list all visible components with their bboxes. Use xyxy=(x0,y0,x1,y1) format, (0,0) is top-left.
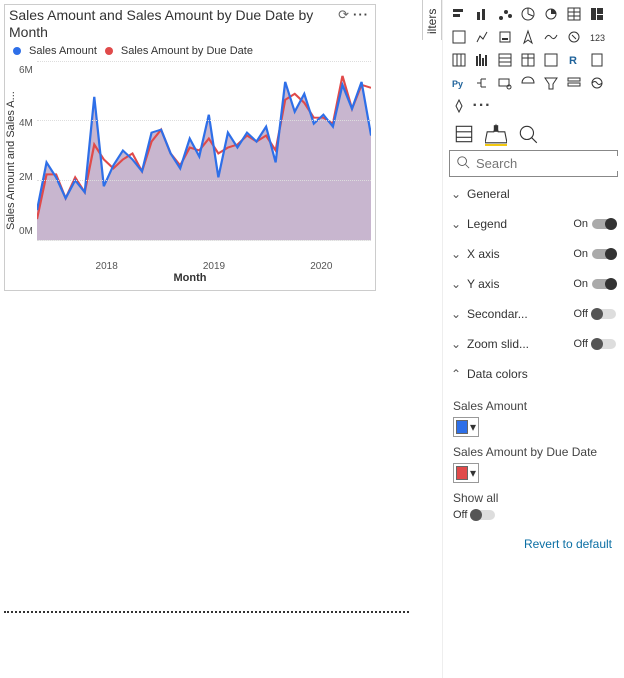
drill-icon[interactable]: ⟳ xyxy=(336,7,351,23)
legend-label-2: Sales Amount by Due Date xyxy=(121,45,253,57)
x-axis-ticks: 2018 2019 2020 xyxy=(53,261,375,272)
yaxis-toggle[interactable] xyxy=(592,279,616,289)
viz-paginated[interactable] xyxy=(587,50,607,70)
legend-dot-2 xyxy=(105,47,113,55)
section-zoom[interactable]: ⌄ Zoom slid... Off xyxy=(449,331,618,357)
dropdown-icon: ▾ xyxy=(470,466,476,480)
search-input[interactable] xyxy=(476,156,624,171)
viz-smart-narrative[interactable]: 123 xyxy=(587,27,607,47)
chevron-up-icon: ⌃ xyxy=(451,367,463,381)
section-legend[interactable]: ⌄ Legend On xyxy=(449,211,618,237)
dc-field1-swatch[interactable]: ▾ xyxy=(453,417,479,437)
showall-toggle[interactable] xyxy=(471,510,495,520)
chevron-down-icon: ⌄ xyxy=(451,337,463,351)
svg-text:R: R xyxy=(569,55,577,67)
dropdown-icon: ▾ xyxy=(470,420,476,434)
viz-scatter[interactable] xyxy=(472,50,492,70)
viz-ribbon[interactable] xyxy=(541,27,561,47)
viz-kpi[interactable] xyxy=(472,27,492,47)
viz-clustered-bar[interactable] xyxy=(495,4,515,24)
dc-field2-swatch[interactable]: ▾ xyxy=(453,463,479,483)
chevron-down-icon: ⌄ xyxy=(451,277,463,291)
format-tabs xyxy=(449,120,618,146)
viz-slicer[interactable] xyxy=(495,27,515,47)
legend-label-1: Sales Amount xyxy=(29,45,97,57)
revert-link[interactable]: Revert to default xyxy=(449,525,618,557)
chart-plot-area[interactable] xyxy=(37,61,371,241)
viz-table[interactable] xyxy=(518,50,538,70)
legend-toggle[interactable] xyxy=(592,219,616,229)
zoom-toggle[interactable] xyxy=(592,339,616,349)
visual-title: Sales Amount and Sales Amount by Due Dat… xyxy=(9,7,328,41)
viz-r-visual[interactable]: R xyxy=(564,50,584,70)
chevron-down-icon: ⌄ xyxy=(451,247,463,261)
viz-key-influencers[interactable] xyxy=(564,27,584,47)
showall-label: Show all xyxy=(453,483,614,509)
svg-text:Py: Py xyxy=(452,79,463,89)
viz-funnel[interactable] xyxy=(541,73,561,93)
section-datacolors[interactable]: ⌃ Data colors xyxy=(449,361,618,387)
viz-waterfall[interactable] xyxy=(495,50,515,70)
svg-text:123: 123 xyxy=(590,33,605,43)
report-canvas[interactable]: Sales Amount and Sales Amount by Due Dat… xyxy=(0,0,422,678)
dc-field2-label: Sales Amount by Due Date xyxy=(453,437,614,463)
dc-field1-label: Sales Amount xyxy=(453,391,614,417)
viz-python[interactable]: Py xyxy=(449,73,469,93)
viz-multi-row[interactable] xyxy=(564,73,584,93)
format-tab[interactable] xyxy=(485,124,507,146)
viz-more-icon[interactable]: ··· xyxy=(472,96,492,116)
viz-stacked-bar[interactable] xyxy=(449,4,469,24)
viz-decomposition[interactable] xyxy=(472,73,492,93)
legend-dot-1 xyxy=(13,47,21,55)
y-axis-ticks: 6M 4M 2M 0M xyxy=(17,61,37,241)
section-general[interactable]: ⌄ General xyxy=(449,181,618,207)
secondary-toggle[interactable] xyxy=(592,309,616,319)
y-axis-label: Sales Amount and Sales A... xyxy=(5,61,17,261)
section-secondary[interactable]: ⌄ Secondar... Off xyxy=(449,301,618,327)
viz-qa[interactable] xyxy=(495,73,515,93)
viz-pie[interactable] xyxy=(564,4,584,24)
data-colors-body: Sales Amount ▾ Sales Amount by Due Date … xyxy=(449,391,618,521)
viz-gauge[interactable] xyxy=(518,73,538,93)
viz-line[interactable] xyxy=(518,4,538,24)
chevron-down-icon: ⌄ xyxy=(451,307,463,321)
viz-treemap[interactable] xyxy=(587,4,607,24)
filters-pane-tab[interactable]: ilters xyxy=(422,0,442,40)
chevron-down-icon: ⌄ xyxy=(451,217,463,231)
more-options-icon[interactable]: ··· xyxy=(351,7,371,22)
xaxis-toggle[interactable] xyxy=(592,249,616,259)
viz-map-shape[interactable] xyxy=(587,73,607,93)
chart-legend: Sales Amount Sales Amount by Due Date xyxy=(5,41,375,61)
section-yaxis[interactable]: ⌄ Y axis On xyxy=(449,271,618,297)
viz-area[interactable] xyxy=(541,4,561,24)
visual-container[interactable]: Sales Amount and Sales Amount by Due Dat… xyxy=(4,4,376,291)
viz-arcgis-maps[interactable] xyxy=(518,27,538,47)
viz-card[interactable] xyxy=(449,27,469,47)
viz-matrix[interactable] xyxy=(449,50,469,70)
viz-stacked-column[interactable] xyxy=(472,4,492,24)
page-divider xyxy=(4,611,409,613)
chevron-down-icon: ⌄ xyxy=(451,187,463,201)
fields-tab[interactable] xyxy=(453,124,475,146)
analytics-tab[interactable] xyxy=(517,124,539,146)
section-xaxis[interactable]: ⌄ X axis On xyxy=(449,241,618,267)
viz-donut[interactable] xyxy=(541,50,561,70)
x-axis-label: Month xyxy=(5,272,375,290)
visualizations-pane: 123 R Py ··· ⌄ General ⌄ Legend On ⌄ X axis… xyxy=(442,0,624,678)
format-search[interactable] xyxy=(449,150,618,177)
viz-get-more[interactable] xyxy=(449,96,469,116)
search-icon xyxy=(456,155,470,172)
